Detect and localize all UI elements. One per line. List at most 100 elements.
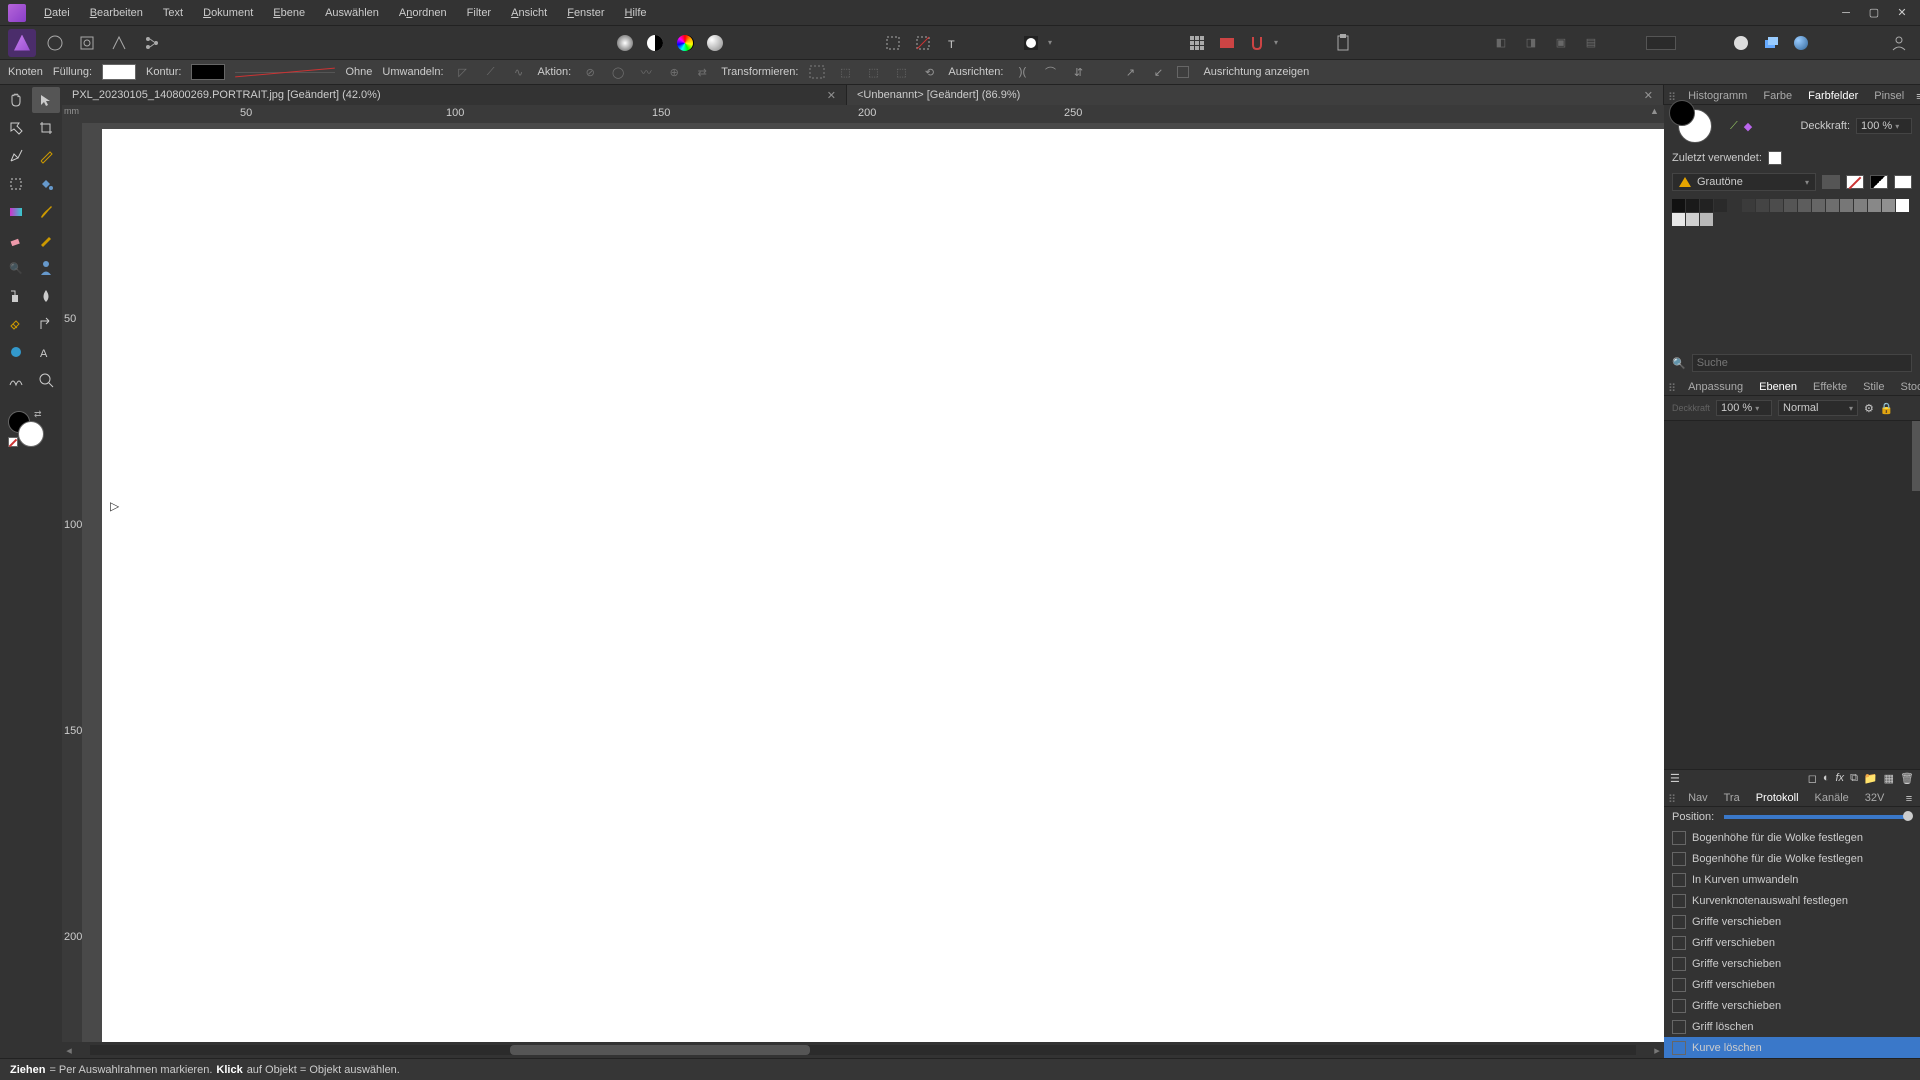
selection-new-icon[interactable]: [880, 30, 906, 56]
menu-ansicht[interactable]: Ansicht: [501, 3, 557, 23]
crop-tool[interactable]: [32, 115, 60, 141]
window-maximize-button[interactable]: ▢: [1860, 3, 1888, 23]
clone-tool[interactable]: [2, 283, 30, 309]
swatch-half-icon[interactable]: [1870, 175, 1888, 189]
add-swatch-icon[interactable]: ◆: [1744, 120, 1752, 133]
persona-develop-button[interactable]: [74, 30, 100, 56]
swatch-cell[interactable]: [1812, 199, 1825, 212]
history-item[interactable]: Griff löschen: [1664, 1016, 1920, 1037]
layer-opacity-input[interactable]: 100 %▾: [1716, 400, 1772, 416]
history-item[interactable]: Griffe verschieben: [1664, 995, 1920, 1016]
persona-photo-button[interactable]: [8, 29, 36, 57]
tab-32v[interactable]: 32V: [1861, 790, 1889, 806]
color-picker[interactable]: ⇄: [8, 411, 48, 451]
hand-tool[interactable]: [2, 87, 30, 113]
drop-tool[interactable]: [32, 283, 60, 309]
persona-liquify-button[interactable]: [42, 30, 68, 56]
history-item[interactable]: Bogenhöhe für die Wolke festlegen: [1664, 827, 1920, 848]
color-wheel-icon[interactable]: [612, 30, 638, 56]
swatch-cell[interactable]: [1700, 199, 1713, 212]
transform-box-icon[interactable]: [808, 63, 826, 81]
ruler-vscroll-up[interactable]: ▲: [1650, 105, 1664, 123]
blend-mode-select[interactable]: Normal▾: [1778, 400, 1858, 416]
window-close-button[interactable]: ✕: [1888, 3, 1916, 23]
align-y-icon[interactable]: ↙: [1149, 63, 1167, 81]
swatch-cell[interactable]: [1854, 199, 1867, 212]
ruler-vertical[interactable]: 50 100 150 200: [62, 123, 82, 1042]
tab-ebenen[interactable]: Ebenen: [1755, 379, 1801, 395]
document-tab-2-close-icon[interactable]: ✕: [1636, 89, 1653, 102]
swatch-cell[interactable]: [1714, 199, 1727, 212]
zoom-dim-tool[interactable]: 🔍: [2, 255, 30, 281]
history-item[interactable]: Griff verschieben: [1664, 932, 1920, 953]
person-tool[interactable]: [32, 255, 60, 281]
swatch-white-icon[interactable]: [1894, 175, 1912, 189]
swatch-cell[interactable]: [1686, 213, 1699, 226]
fill-swatch[interactable]: [102, 64, 136, 80]
history-item[interactable]: Griff verschieben: [1664, 974, 1920, 995]
zoom-tool[interactable]: [32, 367, 60, 393]
snap-dropdown[interactable]: ▾: [1274, 38, 1278, 47]
document-tab-1-close-icon[interactable]: ✕: [819, 89, 836, 102]
mask-dropdown[interactable]: ▾: [1048, 38, 1052, 47]
layer-lock-icon[interactable]: 🔒: [1880, 402, 1894, 415]
menu-fenster[interactable]: Fenster: [557, 3, 614, 23]
eraser-tool[interactable]: [2, 227, 30, 253]
pen-tool[interactable]: [2, 143, 30, 169]
swatch-cell[interactable]: [1700, 213, 1713, 226]
menu-anordnen[interactable]: Anordnen: [389, 3, 457, 23]
tab-farbfelder[interactable]: Farbfelder: [1804, 88, 1862, 104]
menu-dokument[interactable]: Dokument: [193, 3, 263, 23]
document-tab-1[interactable]: PXL_20230105_140800269.PORTRAIT.jpg [Geä…: [62, 85, 847, 105]
hscroll-thumb[interactable]: [510, 1045, 810, 1055]
swatch-cell[interactable]: [1770, 199, 1783, 212]
rainbow-icon[interactable]: [672, 30, 698, 56]
pencil-tool[interactable]: [32, 143, 60, 169]
persona-export-button[interactable]: [138, 30, 164, 56]
assets-icon[interactable]: [1214, 30, 1240, 56]
history-slider[interactable]: [1724, 815, 1908, 819]
node-tool[interactable]: [2, 115, 30, 141]
selection-none-icon[interactable]: [910, 30, 936, 56]
opacity-input[interactable]: 100 %▾: [1856, 118, 1912, 134]
swatch-cell[interactable]: [1826, 199, 1839, 212]
layer-delete-icon[interactable]: 🗑: [1900, 772, 1914, 785]
tb-circle1-icon[interactable]: [1728, 30, 1754, 56]
menu-ebene[interactable]: Ebene: [263, 3, 315, 23]
move-tool[interactable]: [32, 87, 60, 113]
menu-bearbeiten[interactable]: Bearbeiten: [80, 3, 153, 23]
shape-tool[interactable]: [2, 339, 30, 365]
layer-new-icon[interactable]: ▦: [1884, 772, 1894, 785]
canvas[interactable]: [102, 129, 1664, 1042]
scroll-right-icon[interactable]: ▸: [1650, 1044, 1664, 1057]
sphere-icon[interactable]: [702, 30, 728, 56]
swap-colors-icon[interactable]: ⇄: [34, 409, 42, 420]
panel-color-swatch[interactable]: [1678, 109, 1712, 143]
tab-kanaele[interactable]: Kanäle: [1811, 790, 1853, 806]
eyedropper-icon[interactable]: ⟋: [1730, 120, 1738, 133]
tab-tra[interactable]: Tra: [1720, 790, 1744, 806]
swatch-cell[interactable]: [1742, 199, 1755, 212]
history-item[interactable]: Griffe verschieben: [1664, 911, 1920, 932]
recent-swatch[interactable]: [1768, 151, 1782, 165]
marquee-tool[interactable]: [2, 171, 30, 197]
layer-fx-icon[interactable]: fx: [1836, 772, 1845, 785]
grid-icon[interactable]: [1184, 30, 1210, 56]
history-item[interactable]: Griffe verschieben: [1664, 953, 1920, 974]
selection-text-icon[interactable]: T: [940, 30, 966, 56]
fill-tool[interactable]: [32, 171, 60, 197]
swatch-cell[interactable]: [1756, 199, 1769, 212]
panel-bot-menu-icon[interactable]: ≡: [1902, 792, 1916, 806]
tab-nav[interactable]: Nav: [1684, 790, 1712, 806]
tb-globe-icon[interactable]: [1788, 30, 1814, 56]
mask-icon[interactable]: [1018, 30, 1044, 56]
canvas-viewport[interactable]: ▷: [82, 123, 1664, 1042]
align-v-icon[interactable]: ⇵: [1069, 63, 1087, 81]
swatch-cell[interactable]: [1784, 199, 1797, 212]
tab-farbe[interactable]: Farbe: [1759, 88, 1796, 104]
tab-anpassung[interactable]: Anpassung: [1684, 379, 1747, 395]
layer-settings-icon[interactable]: ⚙: [1864, 402, 1874, 415]
swatch-cell[interactable]: [1840, 199, 1853, 212]
layers-list[interactable]: [1664, 420, 1920, 770]
layer-mask-icon[interactable]: ◻: [1808, 772, 1817, 785]
